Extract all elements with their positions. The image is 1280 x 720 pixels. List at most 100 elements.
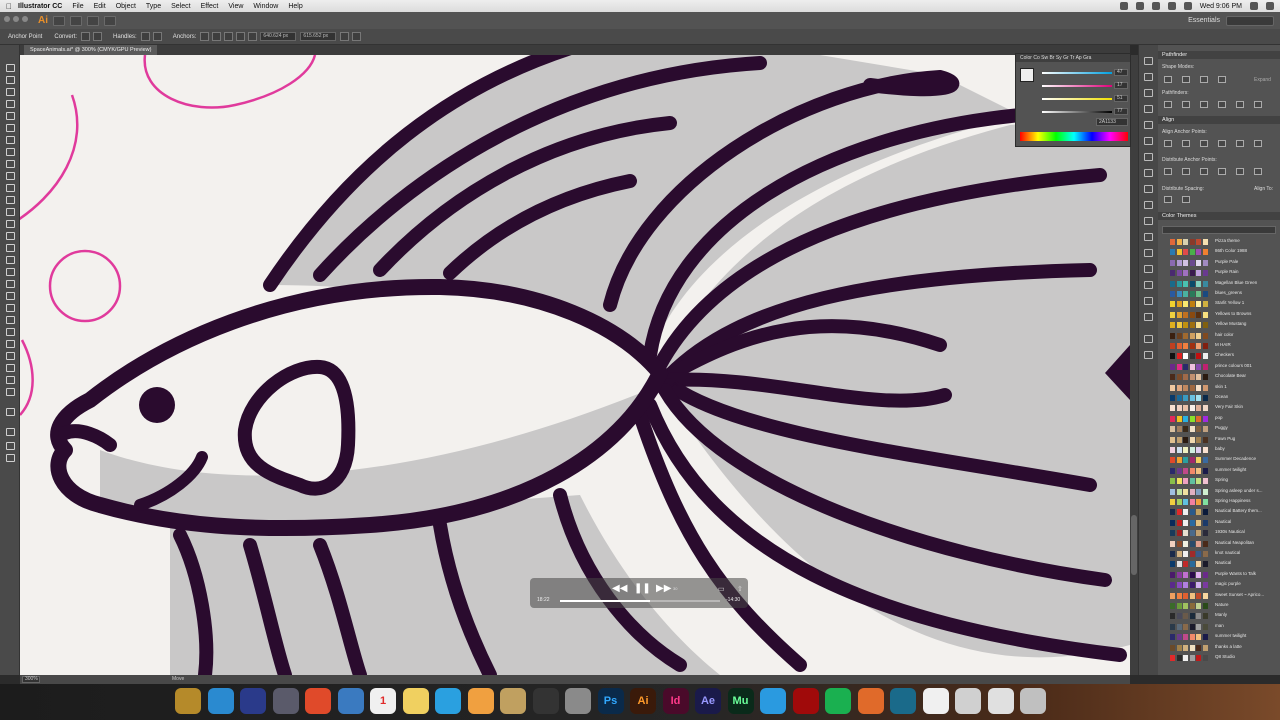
dock-app-icon[interactable] bbox=[305, 688, 331, 714]
menu-view[interactable]: View bbox=[228, 3, 243, 10]
fill-stroke-icon[interactable] bbox=[5, 407, 15, 416]
color-theme-row[interactable]: Magellan Blue Green bbox=[1162, 279, 1278, 290]
theme-swatch[interactable] bbox=[1176, 343, 1182, 349]
theme-swatch[interactable] bbox=[1176, 353, 1182, 360]
theme-swatch[interactable] bbox=[1196, 322, 1201, 329]
lasso-tool-icon[interactable] bbox=[5, 99, 15, 108]
theme-swatch[interactable] bbox=[1176, 239, 1182, 245]
theme-swatch[interactable] bbox=[1196, 436, 1201, 443]
isolate-icon[interactable] bbox=[236, 32, 246, 41]
theme-swatch[interactable] bbox=[1176, 291, 1182, 297]
distribute-hcenter-icon[interactable] bbox=[1236, 168, 1244, 175]
theme-swatch[interactable] bbox=[1176, 571, 1182, 578]
yellow-slider[interactable] bbox=[1042, 98, 1112, 100]
color-theme-row[interactable]: Summer Decadence bbox=[1162, 455, 1278, 466]
theme-swatch[interactable] bbox=[1189, 270, 1195, 277]
color-theme-row[interactable]: pop bbox=[1162, 414, 1278, 425]
align-center-icon[interactable] bbox=[1182, 140, 1190, 147]
color-theme-row[interactable]: Q8 Studio bbox=[1162, 653, 1278, 664]
align-middle-icon[interactable] bbox=[1236, 140, 1244, 147]
theme-swatch[interactable] bbox=[1170, 322, 1175, 329]
artboards-icon[interactable] bbox=[1144, 265, 1153, 273]
theme-swatch[interactable] bbox=[1176, 322, 1182, 329]
theme-swatch[interactable] bbox=[1176, 634, 1182, 641]
dock-app-icon[interactable] bbox=[272, 688, 299, 714]
gradient-tool-icon[interactable] bbox=[5, 291, 15, 300]
menu-object[interactable]: Object bbox=[116, 3, 136, 10]
dock-app-icon[interactable] bbox=[207, 688, 234, 714]
bluetooth-icon[interactable] bbox=[1151, 2, 1160, 10]
menu-effect[interactable]: Effect bbox=[201, 3, 219, 10]
theme-swatch[interactable] bbox=[1189, 363, 1195, 370]
theme-swatch[interactable] bbox=[1183, 301, 1188, 308]
layers-icon[interactable] bbox=[1144, 249, 1153, 257]
color-theme-row[interactable]: Nature bbox=[1162, 601, 1278, 612]
align-top-icon[interactable] bbox=[1218, 140, 1226, 147]
color-theme-row[interactable]: 1930s Nautical bbox=[1162, 528, 1278, 539]
y-position-field[interactable]: 615.652 px bbox=[300, 32, 337, 41]
theme-swatch[interactable] bbox=[1183, 561, 1188, 568]
color-theme-row[interactable]: Fawn Pug bbox=[1162, 435, 1278, 446]
theme-swatch[interactable] bbox=[1170, 509, 1175, 516]
theme-swatch[interactable] bbox=[1196, 415, 1201, 422]
theme-swatch[interactable] bbox=[1196, 291, 1201, 297]
dock-app-icon[interactable] bbox=[467, 688, 494, 714]
theme-swatch[interactable] bbox=[1189, 291, 1195, 297]
column-graph-tool-icon[interactable] bbox=[5, 339, 15, 348]
dock-app-icon[interactable] bbox=[922, 688, 949, 714]
rectangle-tool-icon[interactable] bbox=[5, 159, 15, 168]
align-icon[interactable] bbox=[1144, 73, 1153, 81]
mesh-tool-icon[interactable] bbox=[5, 279, 15, 288]
selection-tool-icon[interactable] bbox=[5, 63, 15, 72]
menubar-clock[interactable]: Wed 9:06 PM bbox=[1200, 3, 1242, 10]
theme-swatch[interactable] bbox=[1170, 291, 1175, 297]
theme-swatch[interactable] bbox=[1170, 499, 1175, 505]
color-theme-row[interactable]: Spring bbox=[1162, 476, 1278, 487]
menu-window[interactable]: Window bbox=[253, 3, 278, 10]
menu-type[interactable]: Type bbox=[146, 3, 161, 10]
theme-swatch[interactable] bbox=[1183, 582, 1188, 589]
apple-icon[interactable]:  bbox=[0, 2, 18, 11]
gradient-icon[interactable] bbox=[1144, 185, 1153, 193]
cyan-slider[interactable] bbox=[1042, 72, 1112, 74]
theme-swatch[interactable] bbox=[1196, 259, 1201, 266]
theme-swatch[interactable] bbox=[1176, 519, 1182, 526]
convert-corner-icon[interactable] bbox=[81, 32, 91, 41]
theme-swatch[interactable] bbox=[1176, 623, 1182, 630]
theme-swatch[interactable] bbox=[1202, 488, 1208, 495]
trim-icon[interactable] bbox=[1182, 101, 1190, 108]
align-left-icon[interactable] bbox=[1164, 140, 1172, 147]
theme-swatch[interactable] bbox=[1189, 353, 1195, 360]
fill-swatch[interactable] bbox=[1020, 68, 1034, 82]
dock-app-icon[interactable]: Mu bbox=[727, 688, 754, 714]
video-scrubber[interactable] bbox=[560, 600, 720, 602]
theme-swatch[interactable] bbox=[1202, 540, 1208, 547]
theme-swatch[interactable] bbox=[1189, 478, 1195, 485]
theme-swatch[interactable] bbox=[1170, 582, 1175, 589]
theme-swatch[interactable] bbox=[1189, 467, 1195, 474]
width-tool-icon[interactable] bbox=[5, 231, 15, 240]
stroke-icon[interactable] bbox=[1144, 169, 1153, 177]
theme-swatch[interactable] bbox=[1196, 603, 1201, 609]
status-icon[interactable] bbox=[1135, 2, 1144, 10]
theme-swatch[interactable] bbox=[1183, 551, 1188, 557]
theme-swatch[interactable] bbox=[1189, 655, 1195, 661]
magenta-slider[interactable] bbox=[1042, 85, 1112, 87]
theme-swatch[interactable] bbox=[1202, 301, 1208, 308]
scrollbar-thumb[interactable] bbox=[1131, 515, 1137, 575]
convert-smooth-icon[interactable] bbox=[93, 32, 103, 41]
color-theme-row[interactable]: Chocolate Bear bbox=[1162, 372, 1278, 383]
dock-app-icon[interactable] bbox=[890, 688, 916, 714]
theme-swatch[interactable] bbox=[1202, 499, 1208, 505]
stock-search-input[interactable] bbox=[1226, 15, 1274, 26]
dock-app-icon[interactable] bbox=[792, 688, 819, 714]
slice-tool-icon[interactable] bbox=[5, 363, 15, 372]
color-theme-row[interactable]: Manly bbox=[1162, 611, 1278, 622]
theme-swatch[interactable] bbox=[1202, 582, 1208, 589]
theme-swatch[interactable] bbox=[1189, 551, 1195, 557]
pen-tool-icon[interactable] bbox=[5, 111, 15, 120]
color-theme-row[interactable]: Yellows to Browns bbox=[1162, 310, 1278, 321]
theme-swatch[interactable] bbox=[1202, 322, 1208, 329]
volume-icon[interactable] bbox=[1183, 2, 1192, 10]
theme-swatch[interactable] bbox=[1202, 436, 1208, 443]
